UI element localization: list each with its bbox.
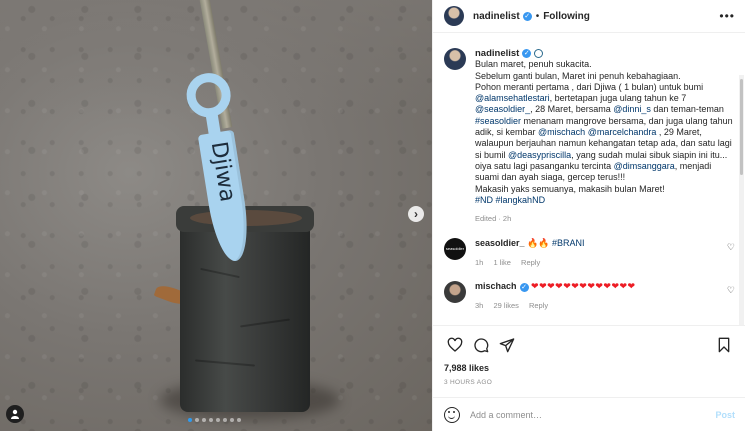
verified-badge-icon: ✓ xyxy=(522,11,532,21)
comment-input[interactable] xyxy=(470,409,716,420)
author-username[interactable]: nadinelist xyxy=(473,11,520,22)
comment-time: 3h xyxy=(475,301,484,311)
scrollbar[interactable] xyxy=(739,75,744,325)
like-comment-heart-icon[interactable]: ♡ xyxy=(727,242,735,267)
caption-paragraph: @alamsehatlestari, bertetapan juga ulang… xyxy=(475,93,735,183)
commenter-username[interactable]: seasoldier_ xyxy=(475,238,525,248)
carousel-dot xyxy=(188,418,192,422)
caption: nadinelist ✓ Bulan maret, penuh sukacita.… xyxy=(444,48,735,224)
emoji-icon[interactable] xyxy=(444,406,460,423)
next-photo-button[interactable]: › xyxy=(408,206,424,222)
caption-username[interactable]: nadinelist xyxy=(475,48,519,59)
caption-text: , 28 Maret, bersama xyxy=(530,104,614,115)
mention-link[interactable]: @mischach xyxy=(538,127,585,137)
post-photo[interactable]: Djiwa › xyxy=(0,0,432,431)
mention-link[interactable]: @alamsehatlestari xyxy=(475,93,550,103)
caption-meta: Edited · 2h xyxy=(475,214,512,224)
comment-likes[interactable]: 29 likes xyxy=(493,301,518,310)
carousel-dot xyxy=(223,418,227,422)
likes-count[interactable]: 7,988 likes xyxy=(433,363,745,377)
mention-link[interactable]: @dinni_s xyxy=(613,104,651,114)
carousel-dots xyxy=(188,418,241,422)
verified-badge-icon: ✓ xyxy=(519,282,529,292)
header-separator: • xyxy=(535,10,540,22)
caption-line: Bulan maret, penuh sukacita. xyxy=(475,59,592,70)
caption-body: nadinelist ✓ Bulan maret, penuh sukacita.… xyxy=(475,48,735,224)
carousel-dot xyxy=(237,418,241,422)
hashtag-link[interactable]: #seasoldier xyxy=(475,116,521,126)
caption-line: Pohon meranti pertama , dari Djiwa ( 1 b… xyxy=(475,81,704,92)
reply-button[interactable]: Reply xyxy=(529,301,548,310)
comment-likes[interactable]: 1 like xyxy=(493,258,511,267)
globe-icon xyxy=(534,49,544,59)
carousel-dot xyxy=(209,418,213,422)
add-comment-bar: Post xyxy=(433,397,745,431)
hashtag-link[interactable]: #ND xyxy=(475,195,493,205)
caption-avatar[interactable] xyxy=(444,48,466,70)
carousel-dot xyxy=(202,418,206,422)
comment-bubble-icon[interactable] xyxy=(470,334,492,356)
comment-meta: 3h 29 likes Reply xyxy=(475,301,723,310)
mention-link[interactable]: @dimsanggara xyxy=(614,161,675,171)
mention-link[interactable]: @marcelchandra xyxy=(588,127,657,137)
caption-hashtags: #ND #langkahND xyxy=(475,195,735,206)
caption-text: , bertetapan juga ulang tahun ke 7 xyxy=(549,93,687,104)
comment-body: mischach ✓ ❤❤❤❤❤❤❤❤❤❤❤❤❤ 3h 29 likes Repl… xyxy=(475,281,723,310)
like-comment-heart-icon[interactable]: ♡ xyxy=(727,285,735,310)
post-header: nadinelist ✓ • Following ••• xyxy=(433,0,745,33)
comments-scroll-area[interactable]: nadinelist ✓ Bulan maret, penuh sukacita.… xyxy=(433,33,745,325)
verified-badge-icon: ✓ xyxy=(522,49,532,59)
comment-time: 1h xyxy=(475,258,484,268)
carousel-dot xyxy=(195,418,199,422)
post-actions xyxy=(433,325,745,363)
post-side-panel: nadinelist ✓ • Following ••• nadinelist ✓… xyxy=(432,0,745,431)
comment-text: ❤❤❤❤❤❤❤❤❤❤❤❤❤ xyxy=(531,281,636,292)
pot-wrinkle xyxy=(195,359,255,367)
post-timestamp: 3 HOURS AGO xyxy=(444,379,493,386)
commenter-avatar[interactable]: seasoldier xyxy=(444,238,466,261)
carousel-dot xyxy=(216,418,220,422)
hashtag-link[interactable]: #BRANI xyxy=(552,238,585,248)
comment-item: mischach ✓ ❤❤❤❤❤❤❤❤❤❤❤❤❤ 3h 29 likes Repl… xyxy=(444,281,735,310)
caption-text: dan teman-teman xyxy=(650,104,724,115)
save-bookmark-icon[interactable] xyxy=(713,334,735,356)
mention-link[interactable]: @seasoldier_ xyxy=(475,104,530,114)
caption-line: Makasih yaks semuanya, makasih bulan Mar… xyxy=(475,183,665,194)
user-tag-icon[interactable] xyxy=(6,405,24,423)
post-comment-button[interactable]: Post xyxy=(715,410,735,420)
caption-line: Sebelum ganti bulan, Maret ini penuh keb… xyxy=(475,70,681,81)
comment-body: seasoldier_ 🔥🔥 #BRANI 1h 1 like Reply xyxy=(475,238,723,267)
like-heart-icon[interactable] xyxy=(444,334,466,356)
more-options-icon[interactable]: ••• xyxy=(719,9,735,23)
carousel-dot xyxy=(230,418,234,422)
commenter-username[interactable]: mischach xyxy=(475,281,517,291)
following-button[interactable]: Following xyxy=(543,11,590,22)
comment-text: 🔥🔥 xyxy=(527,238,550,249)
commenter-avatar[interactable] xyxy=(444,281,466,304)
author-avatar[interactable] xyxy=(444,6,464,26)
pot-wrinkle xyxy=(240,318,290,328)
reply-button[interactable]: Reply xyxy=(521,258,540,267)
comment-meta: 1h 1 like Reply xyxy=(475,258,723,267)
comment-item: seasoldier seasoldier_ 🔥🔥 #BRANI 1h 1 li… xyxy=(444,238,735,267)
share-send-icon[interactable] xyxy=(496,334,518,356)
mention-link[interactable]: @deasypriscilla xyxy=(508,150,571,160)
hashtag-link[interactable]: #langkahND xyxy=(496,195,546,205)
pot-wrinkle xyxy=(200,267,240,279)
